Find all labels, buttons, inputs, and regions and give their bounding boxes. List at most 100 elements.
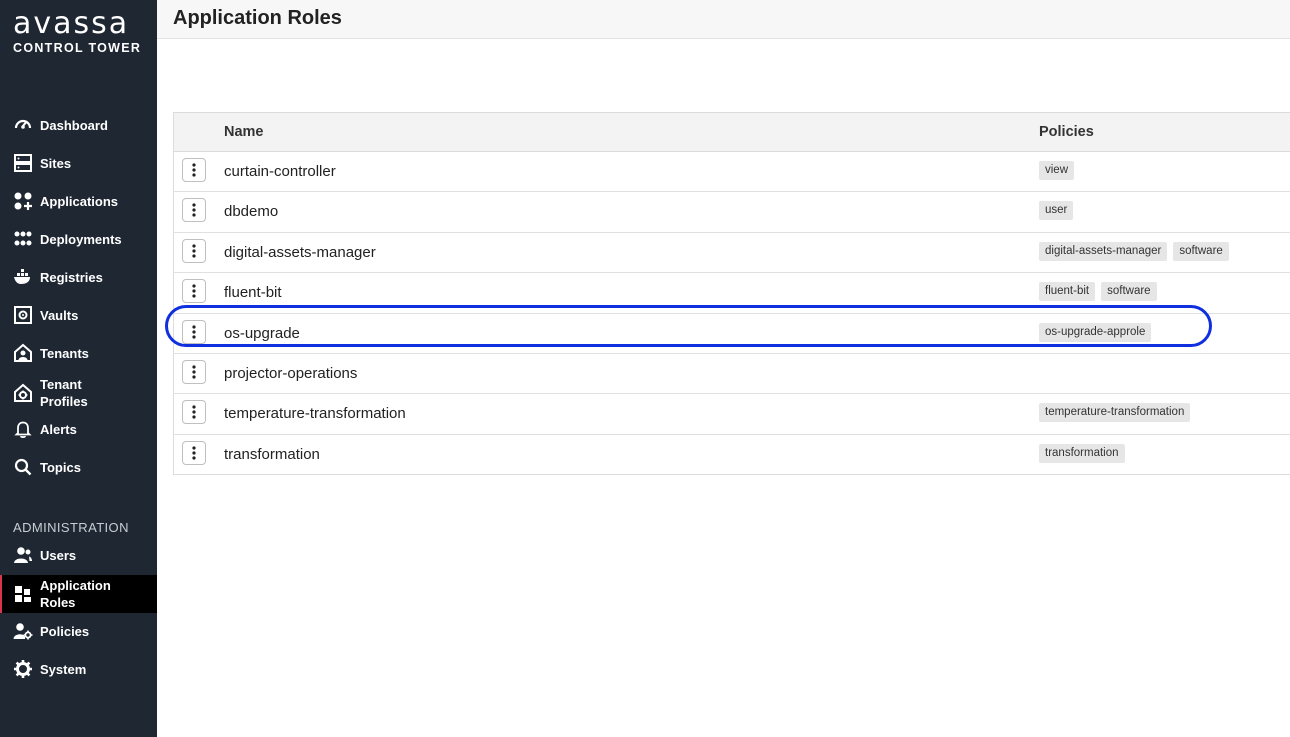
sidebar-item-application-roles[interactable]: Application Roles	[0, 575, 157, 613]
row-actions-button[interactable]	[182, 158, 206, 182]
sidebar-item-label: Sites	[40, 155, 72, 171]
sidebar-item-label: Tenant Profiles	[40, 377, 88, 409]
sidebar-item-label: Vaults	[40, 307, 79, 323]
policy-tag[interactable]: software	[1101, 282, 1157, 302]
sidebar-item-label: Application Roles	[40, 578, 111, 610]
table-row[interactable]: curtain-controller view	[174, 152, 1290, 193]
table-row[interactable]: transformation transformation	[174, 435, 1290, 474]
sidebar-item-label: Deployments	[40, 231, 122, 247]
table-row[interactable]: os-upgrade os-upgrade-approle	[174, 314, 1290, 354]
logo-subtitle: CONTROL TOWER	[13, 41, 142, 55]
table-row[interactable]: temperature-transformation temperature-tr…	[174, 394, 1290, 435]
applications-icon	[13, 191, 33, 211]
row-actions-button[interactable]	[182, 319, 206, 344]
sidebar-item-dashboard[interactable]: Dashboard	[0, 115, 157, 135]
row-actions-button[interactable]	[182, 279, 206, 304]
row-actions-button[interactable]	[182, 198, 206, 223]
table-header: Name Policies	[174, 113, 1290, 152]
policy-tags: transformation	[1039, 443, 1125, 463]
table-body: curtain-controller view dbdemo user digital-…	[174, 152, 1290, 474]
role-name[interactable]: dbdemo	[224, 203, 278, 220]
sidebar-item-system[interactable]: System	[0, 659, 157, 679]
sidebar-item-registries[interactable]: Registries	[0, 267, 157, 287]
sidebar-item-tenants[interactable]: Tenants	[0, 343, 157, 363]
sidebar-item-label: Registries	[40, 269, 103, 285]
gear-icon	[13, 659, 33, 679]
column-header-name[interactable]: Name	[224, 124, 264, 140]
sidebar: avassa CONTROL TOWER Dashboard Sites App…	[0, 0, 157, 737]
role-name[interactable]: fluent-bit	[224, 284, 282, 301]
row-actions-button[interactable]	[182, 440, 206, 465]
sidebar-item-label: System	[40, 661, 87, 677]
logo-wordmark: avassa	[13, 6, 130, 41]
tenants-icon	[13, 343, 33, 363]
registries-icon	[13, 267, 33, 287]
table-row[interactable]: dbdemo user	[174, 192, 1290, 233]
kebab-menu-icon	[192, 244, 196, 258]
policies-icon	[13, 621, 33, 641]
kebab-menu-icon	[192, 324, 196, 339]
sidebar-item-label: Policies	[40, 623, 90, 639]
policy-tag[interactable]: view	[1039, 161, 1075, 180]
policy-tags: view	[1039, 161, 1075, 180]
sidebar-item-vaults[interactable]: Vaults	[0, 305, 157, 325]
table-row[interactable]: fluent-bit fluent-bit software	[174, 273, 1290, 314]
policy-tag[interactable]: transformation	[1039, 443, 1125, 463]
deployments-icon	[13, 229, 33, 249]
role-name[interactable]: os-upgrade	[224, 325, 300, 342]
sidebar-item-applications[interactable]: Applications	[0, 191, 157, 211]
policy-tag[interactable]: temperature-transformation	[1039, 403, 1191, 423]
policy-tags: os-upgrade-approle	[1039, 322, 1152, 342]
role-name[interactable]: digital-assets-manager	[224, 244, 376, 261]
sidebar-item-label: Topics	[40, 459, 81, 475]
row-actions-button[interactable]	[182, 238, 206, 263]
table-row[interactable]: projector-operations	[174, 354, 1290, 395]
policy-tag[interactable]: os-upgrade-approle	[1039, 322, 1152, 342]
role-name[interactable]: transformation	[224, 446, 320, 463]
kebab-menu-icon	[192, 163, 196, 177]
sidebar-item-tenant-profiles[interactable]: Tenant Profiles	[0, 376, 157, 410]
role-name[interactable]: projector-operations	[224, 365, 357, 382]
sidebar-item-label: Tenants	[40, 345, 89, 361]
row-actions-button[interactable]	[182, 400, 206, 425]
sidebar-item-deployments[interactable]: Deployments	[0, 229, 157, 249]
tenant-profiles-icon	[13, 383, 33, 403]
sidebar-item-alerts[interactable]: Alerts	[0, 419, 157, 439]
policy-tag[interactable]: software	[1173, 241, 1229, 261]
sidebar-item-label: Users	[40, 547, 77, 563]
sites-icon	[13, 153, 33, 173]
sidebar-item-policies[interactable]: Policies	[0, 621, 157, 641]
sidebar-item-users[interactable]: Users	[0, 545, 157, 565]
users-icon	[13, 545, 33, 565]
sidebar-item-label: Applications	[40, 193, 119, 209]
page-header: Application Roles	[157, 0, 1290, 39]
sidebar-item-label: Alerts	[40, 421, 77, 437]
role-name[interactable]: curtain-controller	[224, 163, 336, 180]
policy-tags: digital-assets-manager software	[1039, 241, 1229, 261]
sidebar-item-sites[interactable]: Sites	[0, 153, 157, 173]
policy-tags: temperature-transformation	[1039, 403, 1191, 423]
dashboard-icon	[13, 115, 33, 135]
policy-tag[interactable]: fluent-bit	[1039, 282, 1096, 302]
column-header-policies[interactable]: Policies	[1039, 124, 1094, 140]
application-roles-icon	[13, 584, 33, 604]
sidebar-item-topics[interactable]: Topics	[0, 457, 157, 477]
sidebar-item-label: Dashboard	[40, 117, 108, 133]
kebab-menu-icon	[192, 203, 196, 217]
policy-tags: user	[1039, 201, 1074, 221]
roles-table: Name Policies curtain-controller view dbde…	[173, 112, 1290, 476]
role-name[interactable]: temperature-transformation	[224, 405, 406, 422]
table-row[interactable]: digital-assets-manager digital-assets-man…	[174, 233, 1290, 274]
kebab-menu-icon	[192, 405, 196, 419]
bell-icon	[13, 419, 33, 439]
row-actions-button[interactable]	[182, 359, 206, 384]
kebab-menu-icon	[192, 284, 196, 298]
logo[interactable]: avassa CONTROL TOWER	[13, 6, 143, 56]
kebab-menu-icon	[192, 446, 196, 460]
kebab-menu-icon	[192, 365, 196, 379]
administration-section-label: ADMINISTRATION	[13, 520, 129, 535]
policy-tags: fluent-bit software	[1039, 282, 1157, 302]
policy-tag[interactable]: user	[1039, 201, 1074, 221]
search-icon	[13, 457, 33, 477]
policy-tag[interactable]: digital-assets-manager	[1039, 241, 1168, 261]
